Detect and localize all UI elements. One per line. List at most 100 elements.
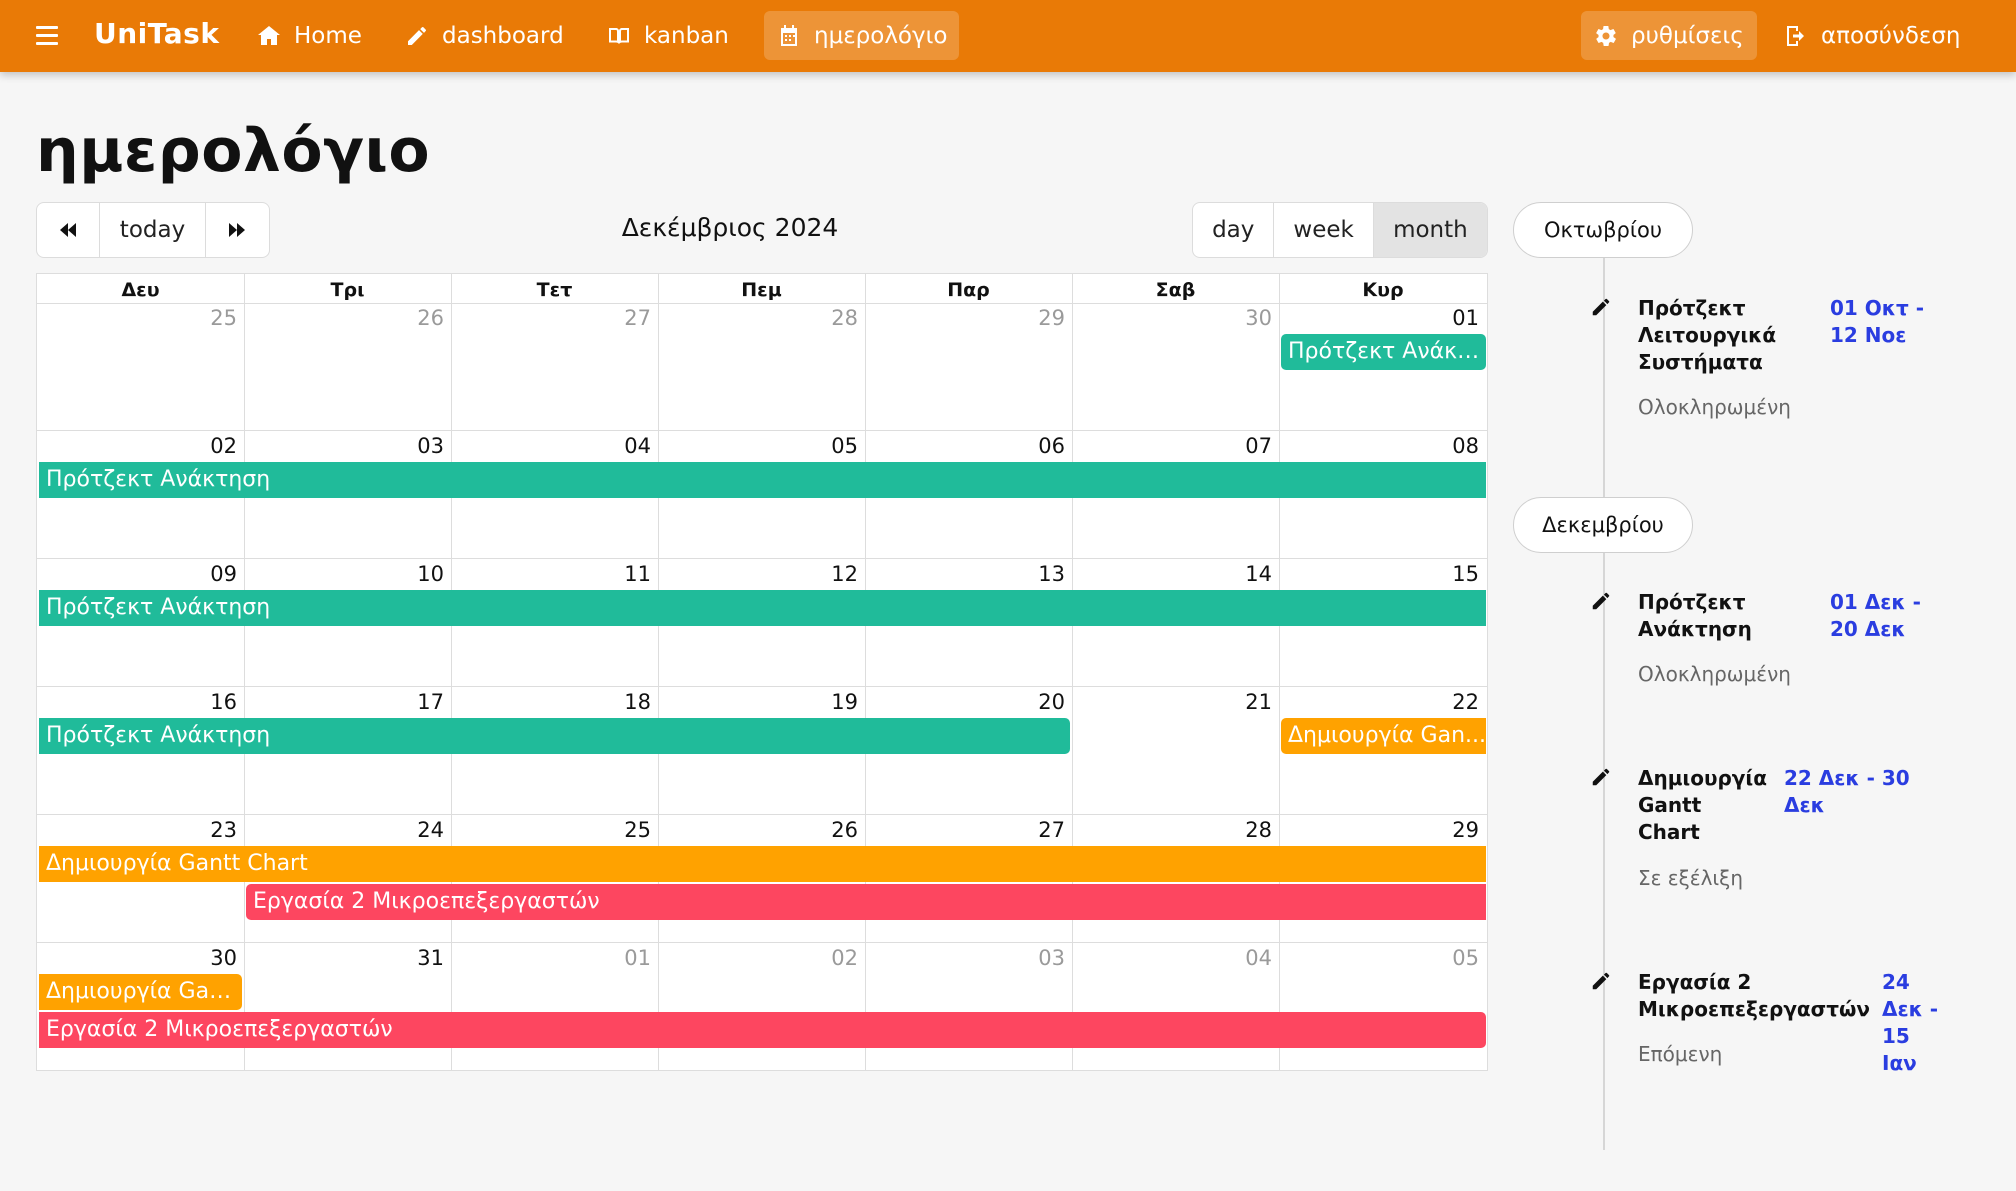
day-number[interactable]: 04 — [591, 434, 651, 458]
calendar-event[interactable]: Πρότζεκτ Ανάκτ... — [1281, 334, 1486, 370]
next-button[interactable] — [206, 203, 269, 257]
nav-logout[interactable]: αποσύνδεση — [1771, 11, 1973, 60]
day-number[interactable]: 28 — [1212, 818, 1272, 842]
day-number[interactable]: 29 — [1419, 818, 1479, 842]
calendar-event[interactable]: Πρότζεκτ Ανάκτηση — [39, 718, 1070, 754]
day-number[interactable]: 06 — [1005, 434, 1065, 458]
home-icon — [258, 25, 280, 45]
calendar-event[interactable]: Δημιουργία Gan... — [39, 974, 242, 1010]
view-week-button[interactable]: week — [1274, 203, 1374, 257]
calendar-event[interactable]: Πρότζεκτ Ανάκτηση — [39, 590, 1486, 626]
day-number[interactable]: 26 — [384, 306, 444, 330]
pencil-icon[interactable] — [1590, 590, 1612, 612]
grid-line — [37, 686, 1487, 687]
nav-dashboard[interactable]: dashboard — [392, 11, 577, 60]
day-number[interactable]: 30 — [177, 946, 237, 970]
pencil-icon[interactable] — [1590, 296, 1612, 318]
hamburger-menu-icon[interactable] — [36, 26, 58, 46]
day-number[interactable]: 28 — [798, 306, 858, 330]
day-number[interactable]: 25 — [591, 818, 651, 842]
month-calendar: Δευ Τρι Τετ Πεμ Παρ Σαβ Κυρ 25 26 27 28 … — [36, 273, 1488, 1071]
day-number[interactable]: 11 — [591, 562, 651, 586]
nav-kanban[interactable]: kanban — [594, 11, 742, 60]
day-number[interactable]: 20 — [1005, 690, 1065, 714]
day-number[interactable]: 27 — [591, 306, 651, 330]
weekday-label: Παρ — [947, 279, 990, 301]
weekday-label: Κυρ — [1362, 279, 1404, 301]
weekday-label: Δευ — [121, 279, 160, 301]
brand-logo[interactable]: UniTask — [94, 17, 219, 50]
timeline-item-status: Ολοκληρωμένη — [1638, 395, 1791, 419]
day-number[interactable]: 16 — [177, 690, 237, 714]
day-number[interactable]: 18 — [591, 690, 651, 714]
day-number[interactable]: 13 — [1005, 562, 1065, 586]
day-number[interactable]: 22 — [1419, 690, 1479, 714]
grid-line — [658, 274, 659, 1070]
day-number[interactable]: 05 — [1419, 946, 1479, 970]
today-button[interactable]: today — [100, 203, 206, 257]
grid-line — [1279, 274, 1280, 1070]
day-number[interactable]: 29 — [1005, 306, 1065, 330]
calendar-event[interactable]: Δημιουργία Gan... — [1281, 718, 1486, 754]
timeline-item-date: 01 Δεκ - 20 Δεκ — [1830, 590, 1921, 641]
nav-calendar[interactable]: ημερολόγιο — [764, 11, 960, 60]
day-number[interactable]: 19 — [798, 690, 858, 714]
day-number[interactable]: 26 — [798, 818, 858, 842]
day-number[interactable]: 21 — [1212, 690, 1272, 714]
day-number[interactable]: 04 — [1212, 946, 1272, 970]
calendar-event[interactable]: Πρότζεκτ Ανάκτηση — [39, 462, 1486, 498]
timeline-month-december[interactable]: Δεκεμβρίου — [1513, 497, 1693, 553]
book-icon — [609, 27, 629, 44]
timeline-month-october[interactable]: Οκτωβρίου — [1513, 202, 1693, 258]
nav-logout-label: αποσύνδεση — [1821, 22, 1961, 49]
day-number[interactable]: 03 — [1005, 946, 1065, 970]
day-number[interactable]: 02 — [177, 434, 237, 458]
calendar-event[interactable]: Εργασία 2 Μικροεπεξεργαστών — [39, 1012, 1486, 1048]
nav-home[interactable]: Home — [244, 11, 375, 60]
nav-settings[interactable]: ρυθμίσεις — [1581, 11, 1757, 60]
prev-button[interactable] — [37, 203, 101, 257]
weekday-label: Σαβ — [1155, 279, 1196, 301]
day-number[interactable]: 03 — [384, 434, 444, 458]
view-month-button[interactable]: month — [1373, 203, 1487, 257]
timeline-item-status: Επόμενη — [1638, 1042, 1723, 1066]
day-number[interactable]: 02 — [798, 946, 858, 970]
grid-line — [451, 274, 452, 1070]
day-number[interactable]: 31 — [384, 946, 444, 970]
view-button-group: day week month — [1192, 202, 1488, 258]
nav-dashboard-label: dashboard — [442, 22, 564, 49]
day-number[interactable]: 09 — [177, 562, 237, 586]
day-number[interactable]: 25 — [177, 306, 237, 330]
day-number[interactable]: 30 — [1212, 306, 1272, 330]
timeline-item-status: Σε εξέλιξη — [1638, 866, 1744, 890]
day-number[interactable]: 01 — [591, 946, 651, 970]
weekday-header: Δευ Τρι Τετ Πεμ Παρ Σαβ Κυρ — [37, 274, 1487, 304]
calendar-event[interactable]: Δημιουργία Gantt Chart — [39, 846, 1486, 882]
day-number[interactable]: 24 — [384, 818, 444, 842]
day-number[interactable]: 05 — [798, 434, 858, 458]
day-number[interactable]: 23 — [177, 818, 237, 842]
grid-line — [37, 558, 1487, 559]
day-number[interactable]: 07 — [1212, 434, 1272, 458]
timeline-item-date: 01 Οκτ - 12 Νοε — [1830, 296, 1925, 347]
grid-line — [244, 274, 245, 1070]
day-number[interactable]: 01 — [1419, 306, 1479, 330]
day-number[interactable]: 12 — [798, 562, 858, 586]
timeline-item-title: Πρότζεκτ Ανάκτηση — [1638, 590, 1752, 641]
day-number[interactable]: 08 — [1419, 434, 1479, 458]
nav-settings-label: ρυθμίσεις — [1631, 22, 1744, 49]
double-chevron-right-icon — [229, 223, 246, 237]
page-title: ημερολόγιο — [36, 116, 431, 186]
day-number[interactable]: 10 — [384, 562, 444, 586]
pencil-icon[interactable] — [1590, 766, 1612, 788]
view-day-button[interactable]: day — [1193, 203, 1275, 257]
double-chevron-left-icon — [60, 223, 77, 237]
day-number[interactable]: 14 — [1212, 562, 1272, 586]
day-number[interactable]: 15 — [1419, 562, 1479, 586]
day-number[interactable]: 27 — [1005, 818, 1065, 842]
calendar-title: Δεκέμβριος 2024 — [621, 213, 839, 242]
pencil-icon[interactable] — [1590, 970, 1612, 992]
calendar-event[interactable]: Εργασία 2 Μικροεπεξεργαστών — [246, 884, 1486, 920]
nav-kanban-label: kanban — [644, 22, 729, 49]
day-number[interactable]: 17 — [384, 690, 444, 714]
